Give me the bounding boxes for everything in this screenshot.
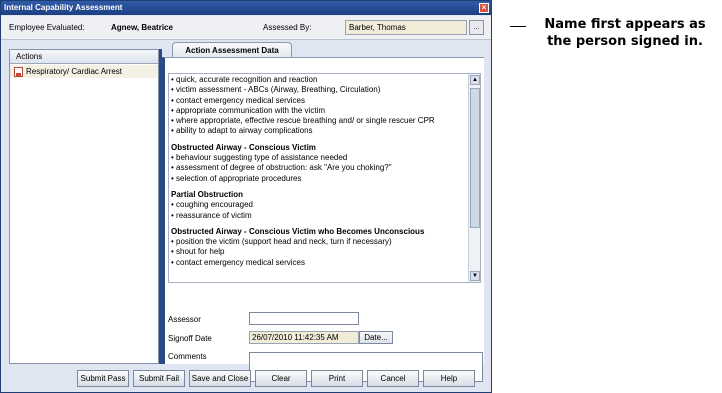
- assessed-by-label: Assessed By:: [263, 23, 312, 32]
- employee-value: Agnew, Beatrice: [111, 23, 173, 32]
- window-title: Internal Capability Assessment: [4, 3, 123, 12]
- assessor-label: Assessor: [168, 315, 201, 324]
- criteria-bullet: • contact emergency medical services: [171, 257, 305, 267]
- document-icon: [14, 66, 23, 77]
- scroll-up-icon[interactable]: ▲: [470, 75, 480, 85]
- criteria-bullet: • appropriate communication with the vic…: [171, 105, 325, 115]
- signoff-date-field[interactable]: 26/07/2010 11:42:35 AM: [249, 331, 359, 344]
- criteria-bullet: • behaviour suggesting type of assistanc…: [171, 153, 348, 163]
- criteria-bullet: • contact emergency medical services: [171, 95, 305, 105]
- submit-pass-button[interactable]: Submit Pass: [77, 370, 129, 387]
- submit-fail-button[interactable]: Submit Fail: [133, 370, 185, 387]
- criteria-bullet: • quick, accurate recognition and reacti…: [171, 75, 318, 84]
- action-item-respiratory[interactable]: Respiratory/ Cardiac Arrest: [10, 65, 158, 78]
- cancel-button[interactable]: Cancel: [367, 370, 419, 387]
- button-bar: Submit Pass Submit Fail Save and Close C…: [77, 370, 475, 387]
- callout-line: [510, 26, 526, 27]
- assessment-criteria-box[interactable]: • quick, accurate recognition and reacti…: [168, 73, 481, 283]
- actions-panel: Actions Respiratory/ Cardiac Arrest: [9, 49, 159, 364]
- criteria-bullet: • selection of appropriate procedures: [171, 173, 302, 183]
- comments-label: Comments: [168, 352, 207, 361]
- close-icon[interactable]: ×: [479, 3, 489, 13]
- scroll-down-icon[interactable]: ▼: [470, 271, 480, 281]
- assessment-panel: Action Assessment Data • quick, accurate…: [162, 41, 484, 382]
- tab-body: • quick, accurate recognition and reacti…: [162, 57, 484, 382]
- criteria-bullet: • shout for help: [171, 247, 225, 257]
- vertical-scrollbar[interactable]: ▲ ▼: [468, 74, 480, 282]
- criteria-bullet: • assessment of degree of obstruction: a…: [171, 163, 392, 173]
- action-item-label: Respiratory/ Cardiac Arrest: [26, 67, 123, 76]
- assessor-input[interactable]: [249, 312, 359, 325]
- criteria-heading: Partial Obstruction: [171, 189, 244, 199]
- clear-button[interactable]: Clear: [255, 370, 307, 387]
- help-button[interactable]: Help: [423, 370, 475, 387]
- tab-action-assessment-data[interactable]: Action Assessment Data: [172, 42, 292, 58]
- print-button[interactable]: Print: [311, 370, 363, 387]
- criteria-text: • quick, accurate recognition and reacti…: [171, 75, 467, 268]
- callout-text: Name first appears as the person signed …: [544, 17, 706, 49]
- criteria-bullet: • where appropriate, effective rescue br…: [171, 116, 435, 126]
- assessment-window: Internal Capability Assessment × Employe…: [0, 0, 492, 393]
- criteria-heading: Obstructed Airway - Conscious Victim who…: [171, 226, 425, 236]
- browse-assessor-button[interactable]: ...: [469, 20, 484, 35]
- save-and-close-button[interactable]: Save and Close: [189, 370, 251, 387]
- signoff-date-label: Signoff Date: [168, 334, 212, 343]
- criteria-bullet: • victim assessment - ABCs (Airway, Brea…: [171, 85, 381, 95]
- criteria-bullet: • position the victim (support head and …: [171, 237, 392, 247]
- date-picker-button[interactable]: Date...: [359, 331, 393, 344]
- criteria-bullet: • reassurance of victim: [171, 210, 252, 220]
- assessed-by-field[interactable]: Barber, Thomas: [345, 20, 467, 35]
- criteria-heading: Obstructed Airway - Conscious Victim: [171, 142, 316, 152]
- actions-header: Actions: [10, 50, 158, 64]
- criteria-bullet: • coughing encouraged: [171, 200, 253, 210]
- criteria-bullet: • ability to adapt to airway complicatio…: [171, 126, 313, 136]
- title-bar: Internal Capability Assessment ×: [1, 1, 491, 15]
- employee-label: Employee Evaluated:: [9, 23, 85, 32]
- scroll-thumb[interactable]: [470, 88, 480, 228]
- header-bar: Employee Evaluated: Agnew, Beatrice Asse…: [1, 16, 491, 40]
